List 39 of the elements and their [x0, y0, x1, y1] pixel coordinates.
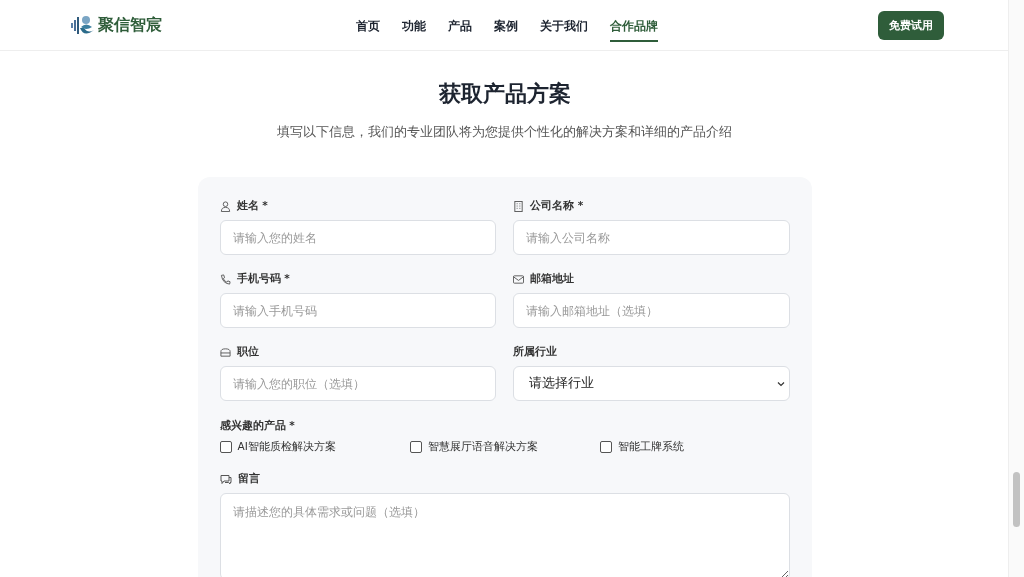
free-trial-button[interactable]: 免费试用	[878, 10, 944, 40]
nav-link[interactable]: 首页	[356, 12, 380, 42]
text-field[interactable]: 请输入邮箱地址（选填）	[513, 293, 790, 328]
checkbox-label[interactable]: 智能工牌系统	[617, 440, 684, 454]
checkbox-label[interactable]: AI智能质检解决方案	[237, 440, 336, 454]
text-field[interactable]: 请输入手机号码	[219, 293, 496, 328]
nav-link[interactable]: 产品	[448, 12, 472, 42]
field-label: 邮箱地址	[530, 272, 574, 286]
mail-icon	[513, 273, 524, 285]
checkbox[interactable]	[599, 441, 612, 453]
field-label: 留言	[237, 472, 260, 486]
chevron-icon	[776, 380, 785, 387]
nav-link[interactable]: 合作品牌	[610, 12, 658, 42]
text-field[interactable]: 请输入您的姓名	[219, 220, 496, 255]
phone-icon	[219, 273, 231, 285]
field-label: 手机号码 *	[236, 272, 290, 286]
checkbox-label[interactable]: 智慧展厅语音解决方案	[427, 440, 538, 454]
checkbox[interactable]	[219, 441, 232, 453]
industry-dropdown[interactable]: 请选择行业	[513, 366, 790, 401]
scrollbar[interactable]	[1008, 0, 1024, 577]
building-icon	[513, 200, 524, 212]
nav-link[interactable]: 关于我们	[540, 12, 588, 42]
user-icon	[219, 200, 231, 212]
page-subtitle: 填写以下信息，我们的专业团队将为您提供个性化的解决方案和详细的产品介绍	[276, 123, 733, 141]
text-field[interactable]: 请输入您的职位（选填）	[219, 366, 496, 401]
brand-name[interactable]: 聚信智宸	[98, 14, 162, 36]
nav-link[interactable]: 功能	[402, 12, 426, 42]
field-label: 职位	[236, 345, 259, 359]
field-label: 所属行业	[513, 345, 557, 359]
field-label: 感兴趣的产品 *	[219, 419, 295, 433]
nav-link[interactable]: 案例	[494, 12, 518, 42]
chat-icon	[219, 473, 232, 485]
checkbox[interactable]	[409, 441, 422, 453]
field-label: 姓名 *	[236, 199, 268, 213]
text-field[interactable]: 请输入公司名称	[513, 220, 790, 255]
field-label: 公司名称 *	[530, 199, 584, 213]
message-field[interactable]: 请描述您的具体需求或问题（选填）	[219, 493, 790, 577]
page-title: 获取产品方案	[437, 80, 572, 108]
briefcase-icon	[219, 346, 231, 358]
